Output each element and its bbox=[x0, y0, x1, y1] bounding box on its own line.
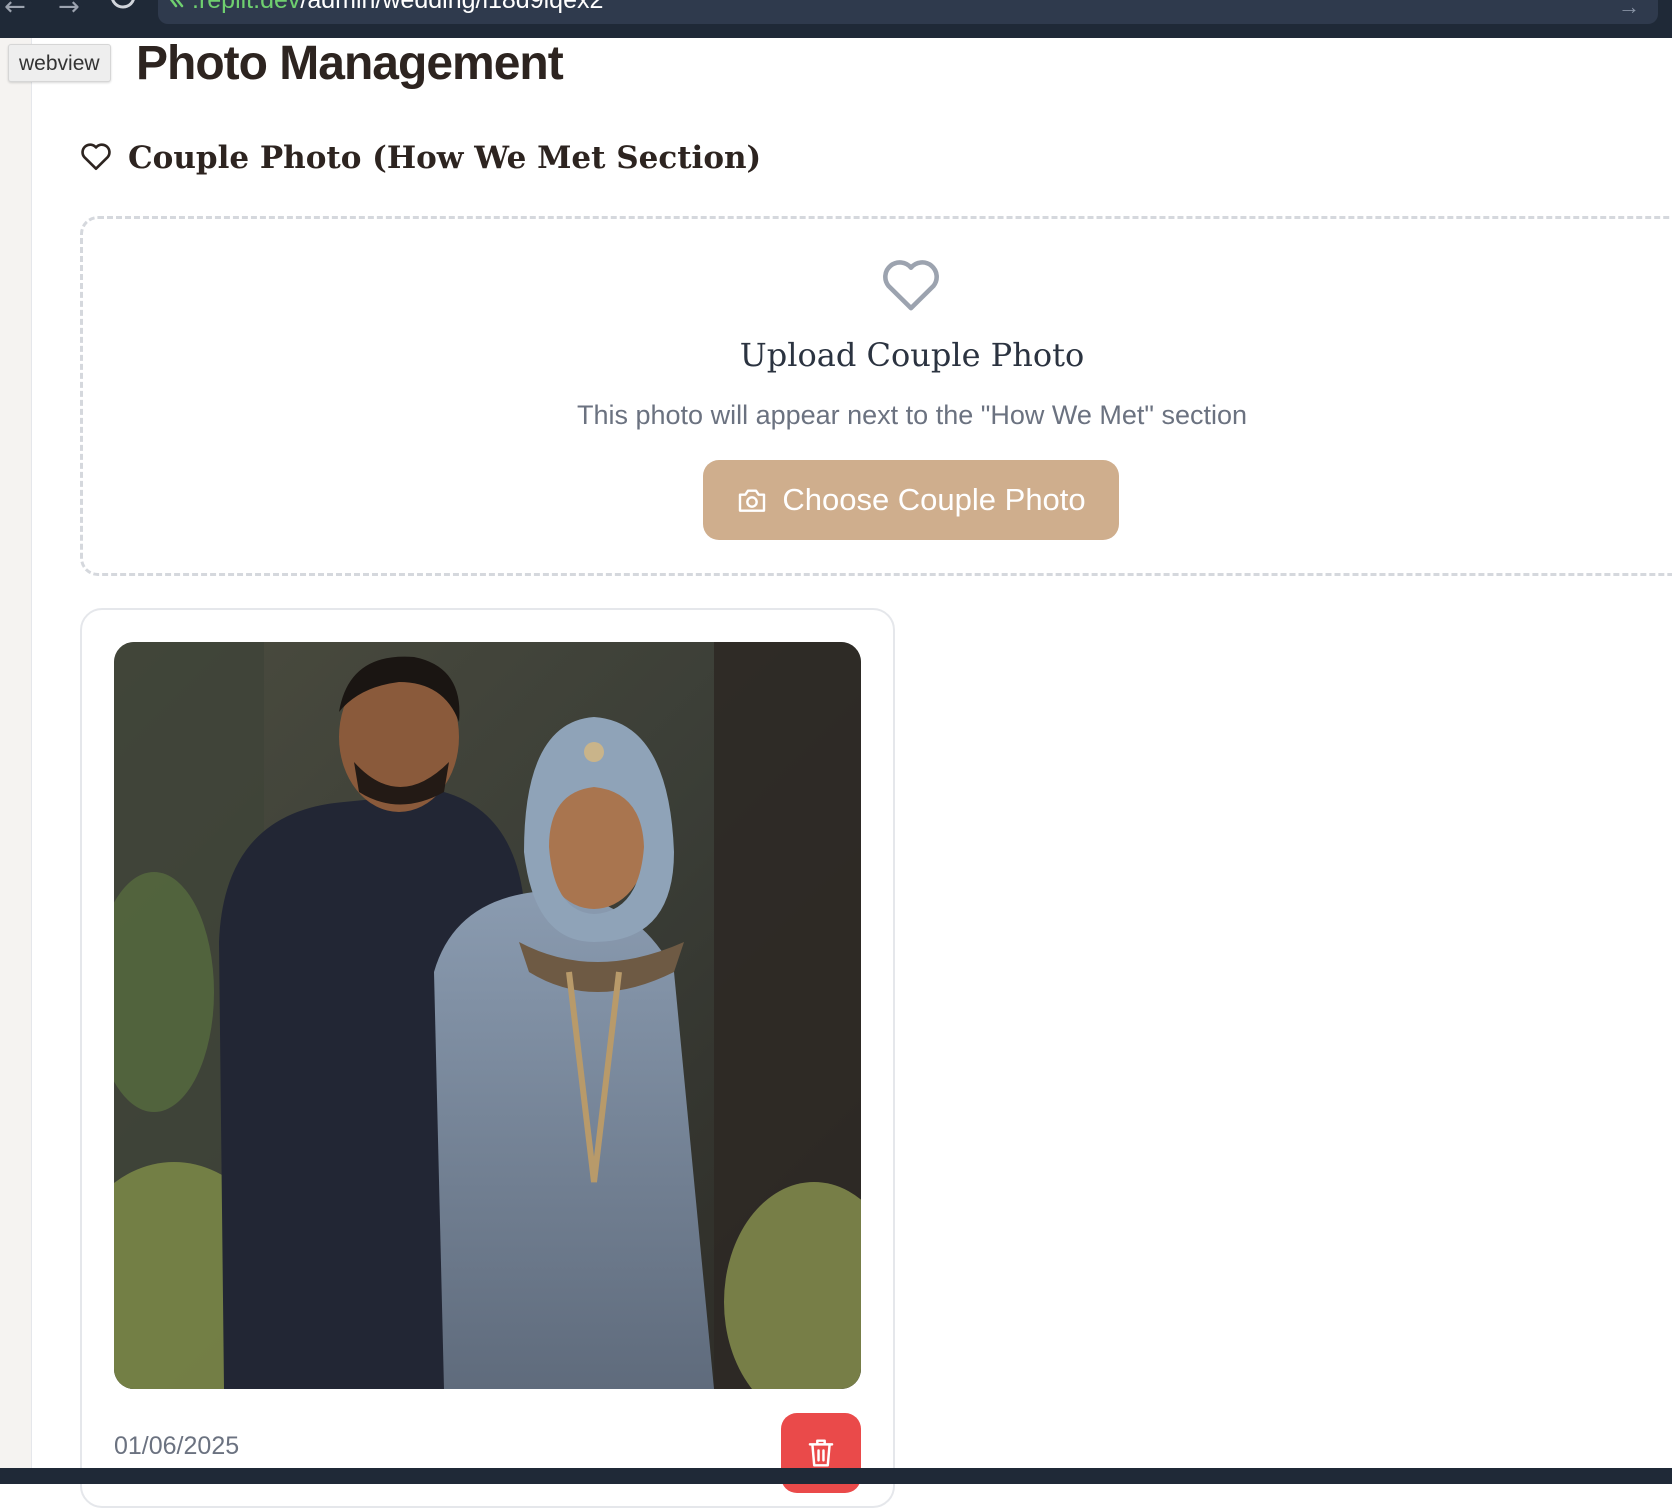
go-arrow-icon[interactable]: → bbox=[1618, 0, 1640, 20]
link-icon bbox=[166, 0, 188, 17]
choose-button-label: Choose Couple Photo bbox=[782, 482, 1086, 517]
couple-photo bbox=[114, 642, 861, 1389]
section-title: Couple Photo (How We Met Section) bbox=[128, 140, 762, 176]
url-path: /admin/wedding/i18d9lqex2 bbox=[300, 0, 604, 14]
choose-couple-photo-button[interactable]: Choose Couple Photo bbox=[703, 460, 1119, 540]
upload-subtitle: This photo will appear next to the "How … bbox=[577, 400, 1247, 430]
webview-tooltip: webview bbox=[8, 44, 111, 82]
photo-date: 01/06/2025 bbox=[114, 1432, 240, 1460]
browser-toolbar: ← → .replit.dev/admin/wedding/i18d9lqex2… bbox=[0, 0, 1672, 38]
heart-icon bbox=[880, 256, 942, 317]
trash-icon bbox=[808, 1439, 834, 1467]
upload-title: Upload Couple Photo bbox=[739, 336, 1085, 374]
heart-icon bbox=[80, 141, 112, 176]
address-bar[interactable]: .replit.dev/admin/wedding/i18d9lqex2 → bbox=[158, 0, 1658, 24]
camera-icon bbox=[739, 489, 766, 512]
reload-icon[interactable] bbox=[108, 0, 138, 14]
back-arrow-icon[interactable]: ← bbox=[4, 0, 26, 20]
page-title: Photo Management bbox=[136, 37, 564, 90]
couple-section-header: Couple Photo (How We Met Section) bbox=[80, 140, 761, 176]
forward-arrow-icon[interactable]: → bbox=[58, 0, 80, 20]
side-panel-edge bbox=[0, 38, 32, 1468]
url-text: .replit.dev/admin/wedding/i18d9lqex2 bbox=[192, 0, 603, 15]
url-host: .replit.dev bbox=[192, 0, 301, 14]
bottom-bar bbox=[0, 1468, 1672, 1484]
